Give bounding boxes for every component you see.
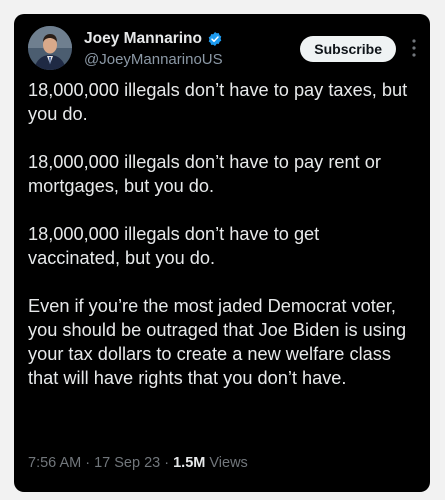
tweet-paragraph: 18,000,000 illegals don’t have to pay re… — [28, 152, 381, 196]
meta-separator: · — [160, 455, 174, 471]
avatar-photo — [28, 26, 72, 70]
more-options-icon[interactable] — [410, 37, 418, 59]
views-label: Views — [205, 455, 248, 471]
tweet-card: Joey Mannarino @JoeyMannarinoUS Subscrib… — [14, 14, 430, 492]
subscribe-button[interactable]: Subscribe — [300, 36, 396, 62]
tweet-paragraph: 18,000,000 illegals don’t have to get va… — [28, 224, 320, 268]
views-count: 1.5M — [173, 455, 206, 471]
tweet-header: Joey Mannarino @JoeyMannarinoUS Subscrib… — [28, 26, 418, 72]
tweet-text: 18,000,000 illegals don’t have to pay ta… — [28, 78, 416, 414]
tweet-time[interactable]: 7:56 AM — [28, 455, 81, 471]
author-name-row: Joey Mannarino — [84, 29, 223, 49]
author-handle[interactable]: @JoeyMannarinoUS — [84, 50, 223, 69]
avatar[interactable] — [28, 26, 72, 70]
tweet-paragraph: 18,000,000 illegals don’t have to pay ta… — [28, 80, 408, 124]
tweet-paragraph: Even if you’re the most jaded Democrat v… — [28, 296, 407, 388]
tweet-meta: 7:56 AM · 17 Sep 23 · 1.5M Views — [28, 454, 248, 472]
author-display-name[interactable]: Joey Mannarino — [84, 29, 202, 49]
tweet-date[interactable]: 17 Sep 23 — [94, 455, 160, 471]
verified-badge-icon — [207, 31, 223, 47]
meta-separator: · — [81, 455, 95, 471]
